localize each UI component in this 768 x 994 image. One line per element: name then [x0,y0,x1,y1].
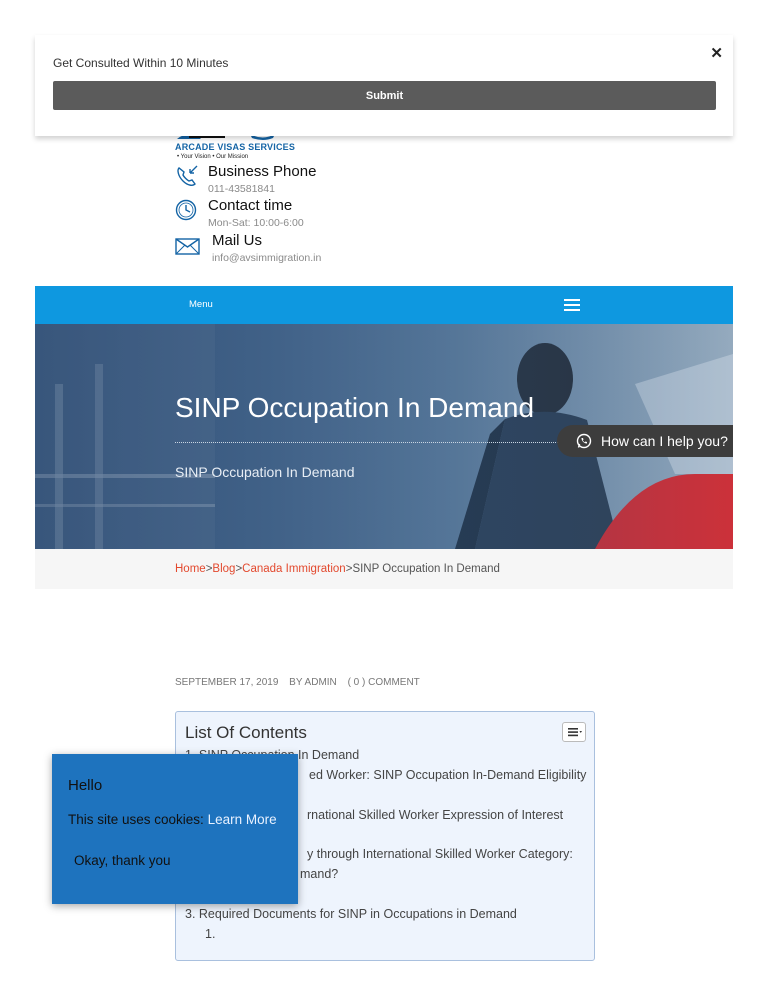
consult-bar: Get Consulted Within 10 Minutes ✕ Submit [35,35,733,136]
consult-label: Get Consulted Within 10 Minutes [53,56,229,70]
breadcrumb-blog[interactable]: Blog [212,563,235,575]
main-navbar: Menu [35,286,733,324]
hamburger-menu-icon[interactable] [564,299,580,311]
whatsapp-help-label: How can I help you? [601,433,728,449]
hero-divider [175,442,560,443]
clock-icon [175,199,197,221]
submit-button[interactable]: Submit [53,81,716,110]
contact-phone-value[interactable]: 011-43581841 [208,183,275,195]
whatsapp-help-button[interactable]: How can I help you? [557,425,733,457]
toc-item[interactable]: 3. Required Documents for SINP in Occupa… [185,907,517,921]
toc-title: List Of Contents [185,723,307,742]
whatsapp-icon [576,433,592,449]
post-date: SEPTEMBER 17, 2019 [175,677,279,688]
site-logo[interactable]: ARCADE VISAS SERVICES • Your Vision • Ou… [175,132,295,164]
contact-mail-value[interactable]: info@avsimmigration.in [212,252,321,264]
contact-time-value: Mon-Sat: 10:00-6:00 [208,217,304,229]
cookie-message-text: This site uses cookies: [68,812,204,827]
cookie-heading: Hello [68,777,103,794]
breadcrumb-category[interactable]: Canada Immigration [242,563,346,575]
toc-item[interactable]: mand? [300,867,338,881]
toc-item[interactable]: y through International Skilled Worker C… [307,847,573,861]
toc-toggle-button[interactable] [562,722,586,742]
post-meta: SEPTEMBER 17, 2019 BY ADMIN ( 0 ) COMMEN… [175,677,428,688]
list-toggle-icon [568,728,582,737]
close-button[interactable]: ✕ [710,44,723,62]
cookie-accept-button[interactable]: Okay, thank you [74,853,171,868]
contact-mail-title: Mail Us [212,232,263,249]
cookie-learn-more-link[interactable]: Learn More [208,812,277,827]
menu-label[interactable]: Menu [189,299,213,310]
page-title: SINP Occupation In Demand [175,392,535,423]
post-author[interactable]: BY ADMIN [289,677,337,688]
phone-icon [177,165,198,186]
cookie-popup: Hello This site uses cookies: Learn More… [52,754,298,904]
contact-time-title: Contact time [208,197,293,214]
toc-item[interactable]: 1. [205,927,215,941]
cookie-message: This site uses cookies: Learn More [68,812,277,827]
logo-title: ARCADE VISAS SERVICES [175,142,296,152]
contact-phone-title: Business Phone [208,163,317,180]
post-comments[interactable]: ( 0 ) COMMENT [348,677,420,688]
toc-item[interactable]: ed Worker: SINP Occupation In-Demand Eli… [309,768,586,782]
logo-tagline: • Your Vision • Our Mission [177,154,249,160]
mail-icon [175,238,200,255]
breadcrumb: Home>Blog>Canada Immigration>SINP Occupa… [35,549,733,589]
toc-item[interactable]: rnational Skilled Worker Expression of I… [307,808,563,822]
breadcrumb-home[interactable]: Home [175,563,206,575]
breadcrumb-current: SINP Occupation In Demand [352,563,500,575]
page-subtitle: SINP Occupation In Demand [175,464,355,480]
